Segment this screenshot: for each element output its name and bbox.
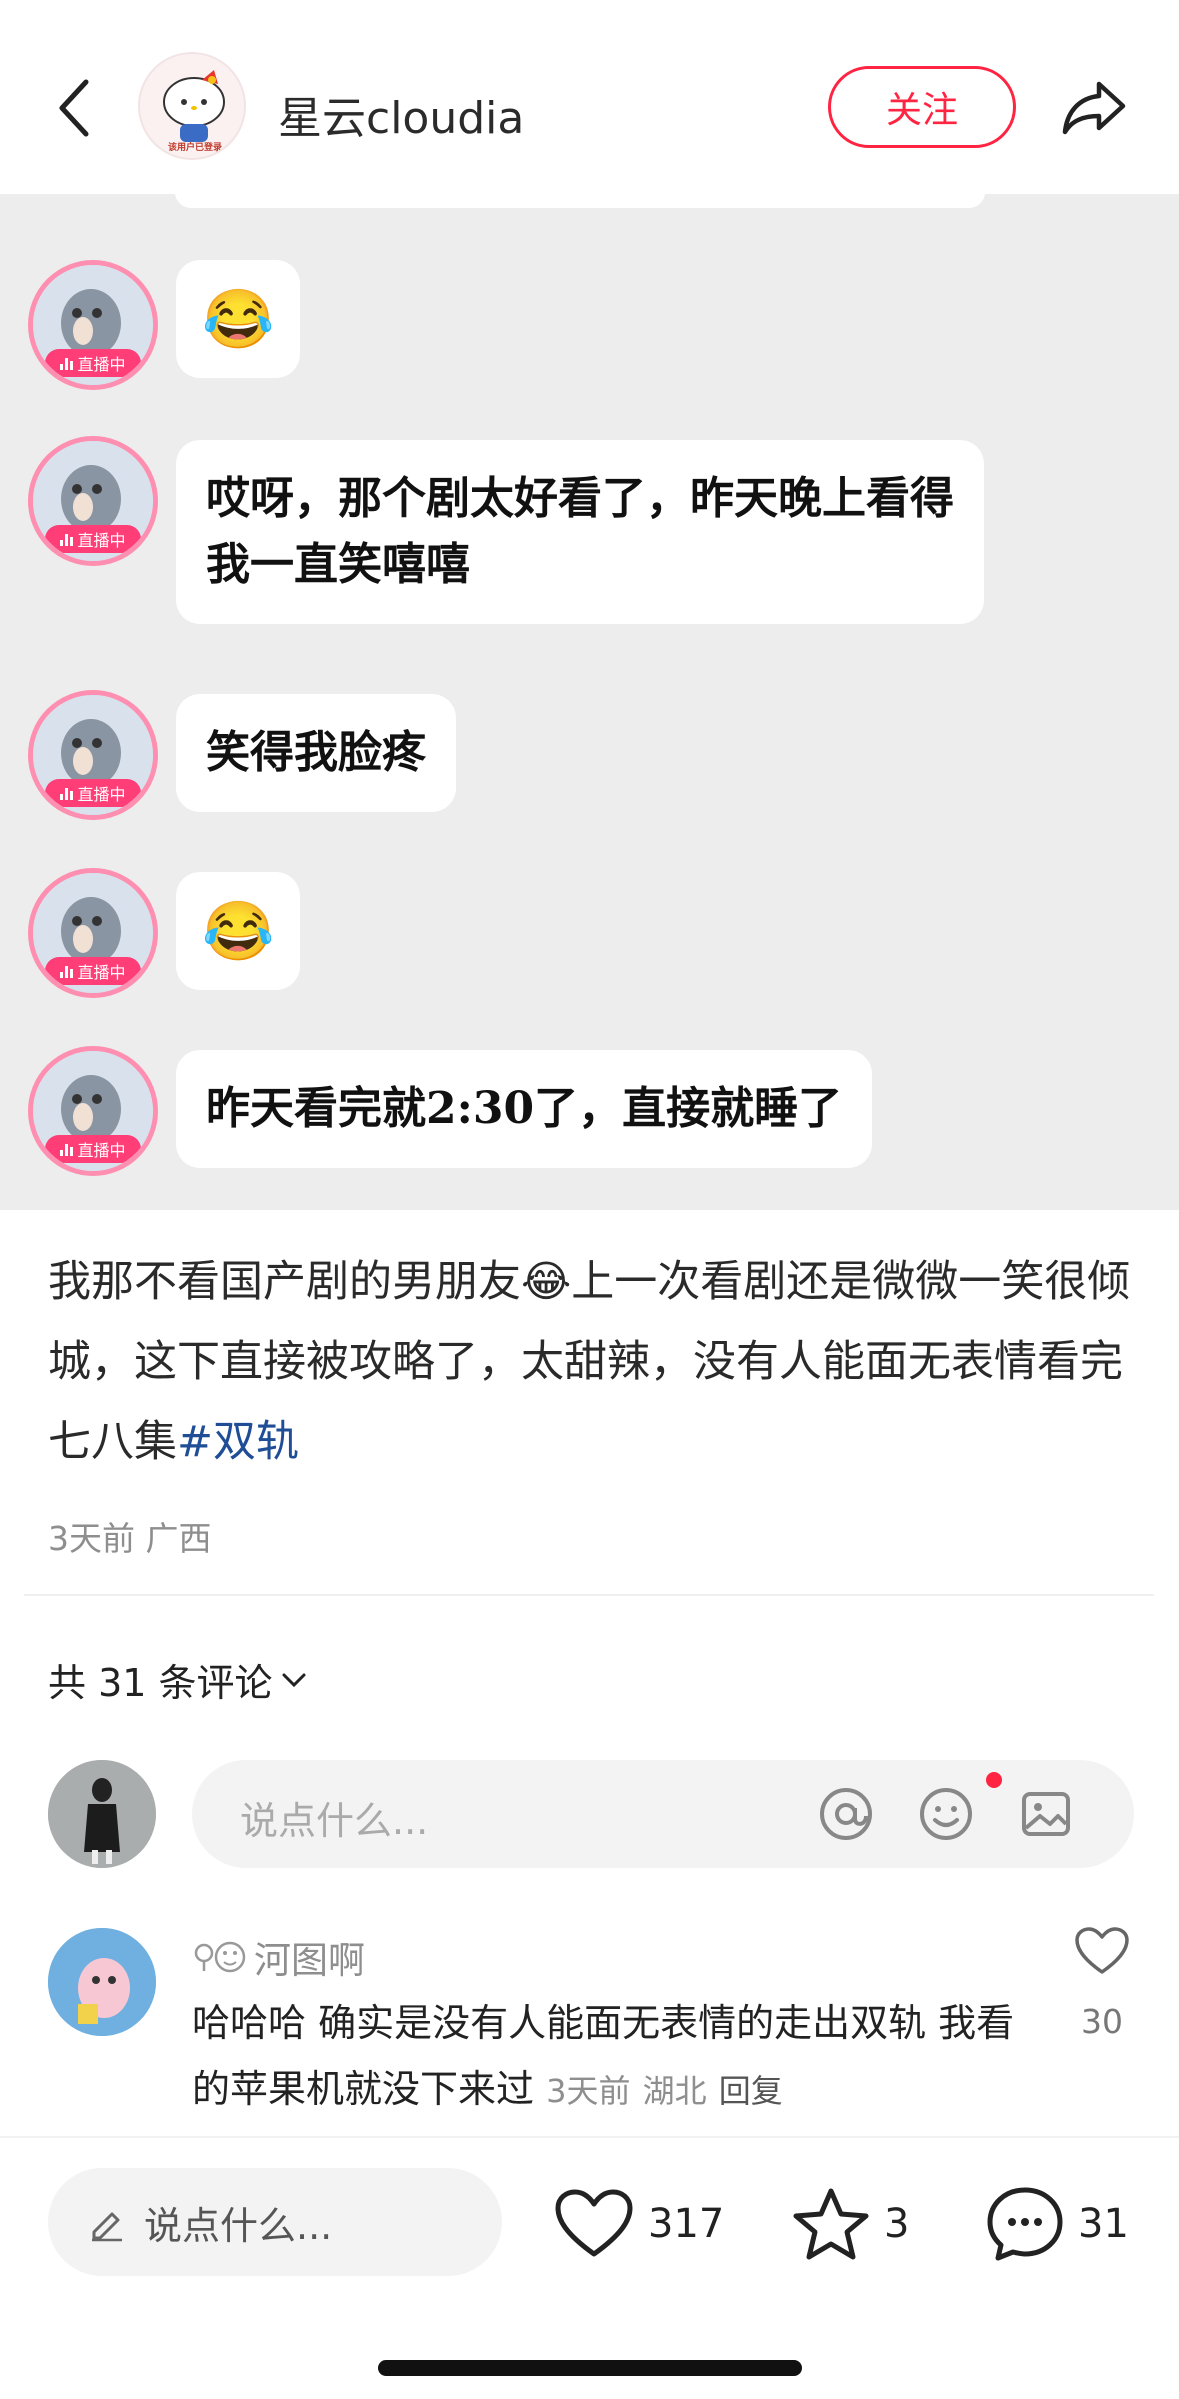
home-indicator	[378, 2360, 802, 2376]
author-badge-icon	[194, 1941, 246, 1973]
emoji-button[interactable]	[918, 1786, 974, 1842]
back-button[interactable]	[44, 68, 104, 148]
share-button[interactable]	[1054, 68, 1134, 148]
follow-button[interactable]: 关注	[828, 66, 1016, 148]
like-count: 317	[648, 2201, 725, 2247]
cartoon-avatar-icon	[48, 1928, 156, 2036]
chat-bubble: 😂	[176, 872, 301, 990]
chat-avatar: 直播中	[28, 260, 158, 390]
chat-bubble: 哎呀，那个剧太好看了，昨天晚上看得我一直笑嘻嘻	[176, 440, 984, 624]
live-bars-icon	[60, 532, 74, 546]
chat-avatar: 直播中	[28, 1046, 158, 1176]
live-bars-icon	[60, 356, 74, 370]
commenter-avatar[interactable]	[48, 1928, 156, 2036]
comment-count: 31	[1078, 2201, 1129, 2247]
reply-button[interactable]: 回复	[719, 2072, 783, 2110]
notification-dot	[986, 1772, 1002, 1788]
comment-time: 3天前	[546, 2072, 631, 2110]
comment-location: 湖北	[642, 2072, 707, 2110]
mention-button[interactable]	[818, 1786, 874, 1842]
comment-bubble-icon	[987, 2187, 1063, 2261]
chevron-left-icon	[59, 79, 89, 137]
image-icon	[1022, 1792, 1070, 1836]
comment-input[interactable]: 说点什么...	[192, 1760, 1134, 1868]
collect-button[interactable]: 3	[792, 2182, 909, 2266]
live-bars-icon	[60, 964, 74, 978]
my-avatar[interactable]	[48, 1760, 156, 1868]
comment-body: 哈哈哈 确实是没有人能面无表情的走出双轨 我看的苹果机就没下来过 3天前 湖北 …	[192, 1990, 1052, 2124]
chat-bubble: 😂	[176, 260, 301, 378]
star-outline-icon	[793, 2188, 869, 2260]
author-name[interactable]: 星云cloudia	[278, 82, 524, 146]
user-photo-icon	[48, 1760, 156, 1868]
live-bars-icon	[60, 1142, 74, 1156]
chevron-down-icon	[282, 1673, 306, 1687]
cropped-message-bubble	[175, 194, 985, 208]
avatar-caption: 该用户已登录	[167, 143, 222, 153]
post-body: 我那不看国产剧的男朋友😂上一次看剧还是微微一笑很倾城，这下直接被攻略了，太甜辣，…	[48, 1242, 1138, 1482]
commenter-name[interactable]: 河图啊	[192, 1930, 365, 1984]
comment-button[interactable]: 31	[986, 2182, 1129, 2266]
chat-avatar: 直播中	[28, 436, 158, 566]
image-button[interactable]	[1018, 1786, 1074, 1842]
like-button[interactable]: 317	[554, 2182, 724, 2266]
commenter-username: 河图啊	[254, 1939, 365, 1982]
chat-avatar: 直播中	[28, 690, 158, 820]
live-badge: 直播中	[45, 525, 141, 553]
bottom-input-placeholder: 说点什么...	[144, 2203, 333, 2248]
bottom-comment-input[interactable]: 说点什么...	[48, 2168, 502, 2276]
comment-like-count: 30	[1081, 2002, 1123, 2041]
author-avatar[interactable]: 该用户已登录	[138, 52, 246, 160]
chat-avatar: 直播中	[28, 868, 158, 998]
top-nav-bar: 该用户已登录 星云cloudia 关注	[0, 0, 1179, 194]
heart-outline-icon	[1075, 1927, 1129, 1974]
comment-input-placeholder: 说点什么...	[240, 1799, 429, 1843]
live-badge: 直播中	[45, 779, 141, 807]
smiley-icon	[920, 1788, 972, 1840]
comment-like-button[interactable]	[1070, 1926, 1134, 1980]
hashtag-link[interactable]: #双轨	[177, 1417, 299, 1467]
chat-bubble: 笑得我脸疼	[176, 694, 456, 812]
comment-count-toggle[interactable]: 共 31 条评论	[48, 1652, 307, 1707]
divider	[24, 1594, 1154, 1596]
pencil-icon	[92, 2212, 122, 2242]
live-badge: 直播中	[45, 349, 141, 377]
chat-bubble: 昨天看完就2:30了，直接就睡了	[176, 1050, 873, 1168]
live-badge: 直播中	[45, 957, 141, 985]
comment-count-label: 共 31 条评论	[48, 1661, 273, 1705]
heart-outline-icon	[555, 2189, 633, 2257]
live-bars-icon	[60, 786, 74, 800]
collect-count: 3	[884, 2201, 910, 2247]
share-arrow-icon	[1062, 81, 1126, 135]
post-image-chat-screenshot[interactable]: 直播中 😂 直播中 哎呀，那个剧太好看了，昨天晚上看得我一直笑嘻嘻 直播中 笑得…	[0, 194, 1179, 1210]
at-sign-icon	[820, 1788, 872, 1840]
post-meta: 3天前 广西	[48, 1519, 212, 1558]
live-badge: 直播中	[45, 1135, 141, 1163]
